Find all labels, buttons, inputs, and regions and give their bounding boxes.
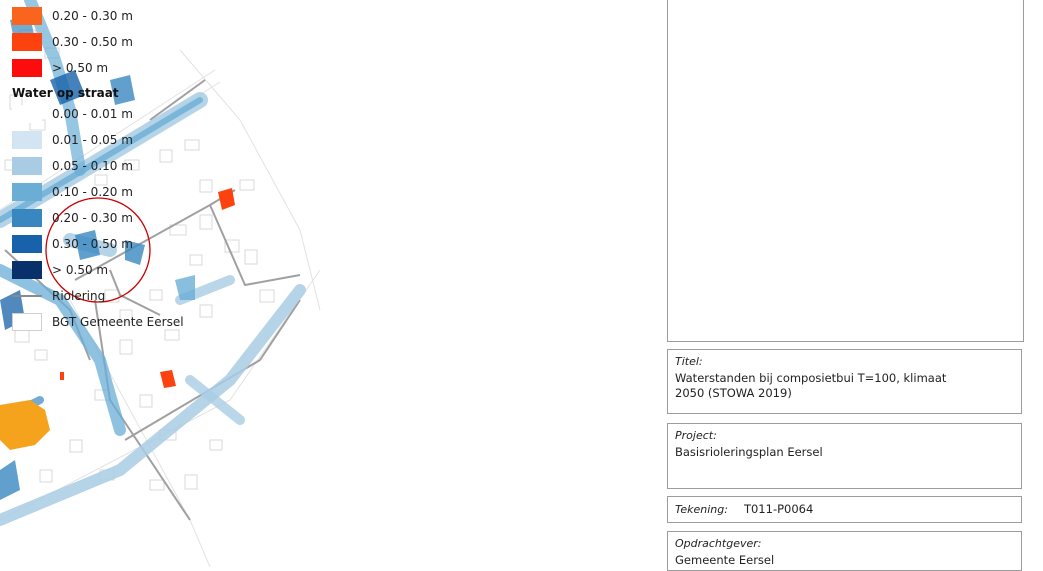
legend-swatch bbox=[12, 7, 42, 25]
legend-item-riolering: Riolering bbox=[12, 287, 105, 305]
project-value: Basisrioleringsplan Eersel bbox=[675, 445, 823, 459]
legend-label: BGT Gemeente Eersel bbox=[52, 315, 184, 329]
legend-swatch bbox=[12, 157, 42, 175]
tekening-label: Tekening: bbox=[675, 503, 728, 516]
legend-swatch bbox=[12, 209, 42, 227]
legend-label: > 0.50 m bbox=[52, 263, 109, 277]
legend-label: 0.20 - 0.30 m bbox=[52, 9, 133, 23]
legend-label: 0.01 - 0.05 m bbox=[52, 133, 133, 147]
legend-item-water-0: 0.00 - 0.01 m bbox=[12, 105, 133, 123]
legend-label: 0.20 - 0.30 m bbox=[52, 211, 133, 225]
legend-item-water-1: 0.01 - 0.05 m bbox=[12, 131, 133, 149]
titel-box: Titel: Waterstanden bij composietbui T=1… bbox=[667, 349, 1022, 414]
titel-value: Waterstanden bij composietbui T=100, kli… bbox=[675, 371, 947, 400]
legend-item-bgt: BGT Gemeente Eersel bbox=[12, 313, 184, 331]
legend-swatch bbox=[12, 33, 42, 51]
legend-item-water-2: 0.05 - 0.10 m bbox=[12, 157, 133, 175]
titel-label: Titel: bbox=[675, 355, 703, 368]
legend-item-water-4: 0.20 - 0.30 m bbox=[12, 209, 133, 227]
legend-swatch bbox=[12, 183, 42, 201]
legend-item-top-2: > 0.50 m bbox=[12, 59, 108, 77]
water-on-street bbox=[0, 0, 306, 526]
opdrachtgever-value: Gemeente Eersel bbox=[675, 553, 775, 567]
bgt-box-icon bbox=[12, 313, 42, 331]
legend-item-top-1: 0.30 - 0.50 m bbox=[12, 33, 133, 51]
legend-label: Riolering bbox=[52, 289, 106, 303]
legend-label: 0.30 - 0.50 m bbox=[52, 35, 133, 49]
project-label: Project: bbox=[675, 429, 717, 442]
legend-heading-water: Water op straat bbox=[12, 86, 119, 100]
legend-swatch bbox=[12, 131, 42, 149]
legend-swatch bbox=[12, 261, 42, 279]
legend-item-water-6: > 0.50 m bbox=[12, 261, 108, 279]
legend-label: 0.30 - 0.50 m bbox=[52, 237, 133, 251]
legend-label: 0.10 - 0.20 m bbox=[52, 185, 133, 199]
opdrachtgever-label: Opdrachtgever: bbox=[675, 537, 762, 550]
riolering-line-icon bbox=[12, 287, 42, 305]
tekening-box: Tekening: T011-P0064 bbox=[667, 496, 1022, 523]
legend-item-top-0: 0.20 - 0.30 m bbox=[12, 7, 133, 25]
legend-item-water-3: 0.10 - 0.20 m bbox=[12, 183, 133, 201]
legend-swatch bbox=[12, 105, 42, 123]
legend-label: > 0.50 m bbox=[52, 61, 109, 75]
legend-swatch bbox=[12, 235, 42, 253]
legend-panel bbox=[667, 0, 1024, 342]
legend-item-water-5: 0.30 - 0.50 m bbox=[12, 235, 133, 253]
project-box: Project: Basisrioleringsplan Eersel bbox=[667, 423, 1022, 489]
tekening-value: T011-P0064 bbox=[743, 502, 814, 516]
legend-swatch bbox=[12, 59, 42, 77]
opdrachtgever-box: Opdrachtgever: Gemeente Eersel bbox=[667, 531, 1022, 571]
legend-label: 0.05 - 0.10 m bbox=[52, 159, 133, 173]
legend-label: 0.00 - 0.01 m bbox=[52, 107, 133, 121]
